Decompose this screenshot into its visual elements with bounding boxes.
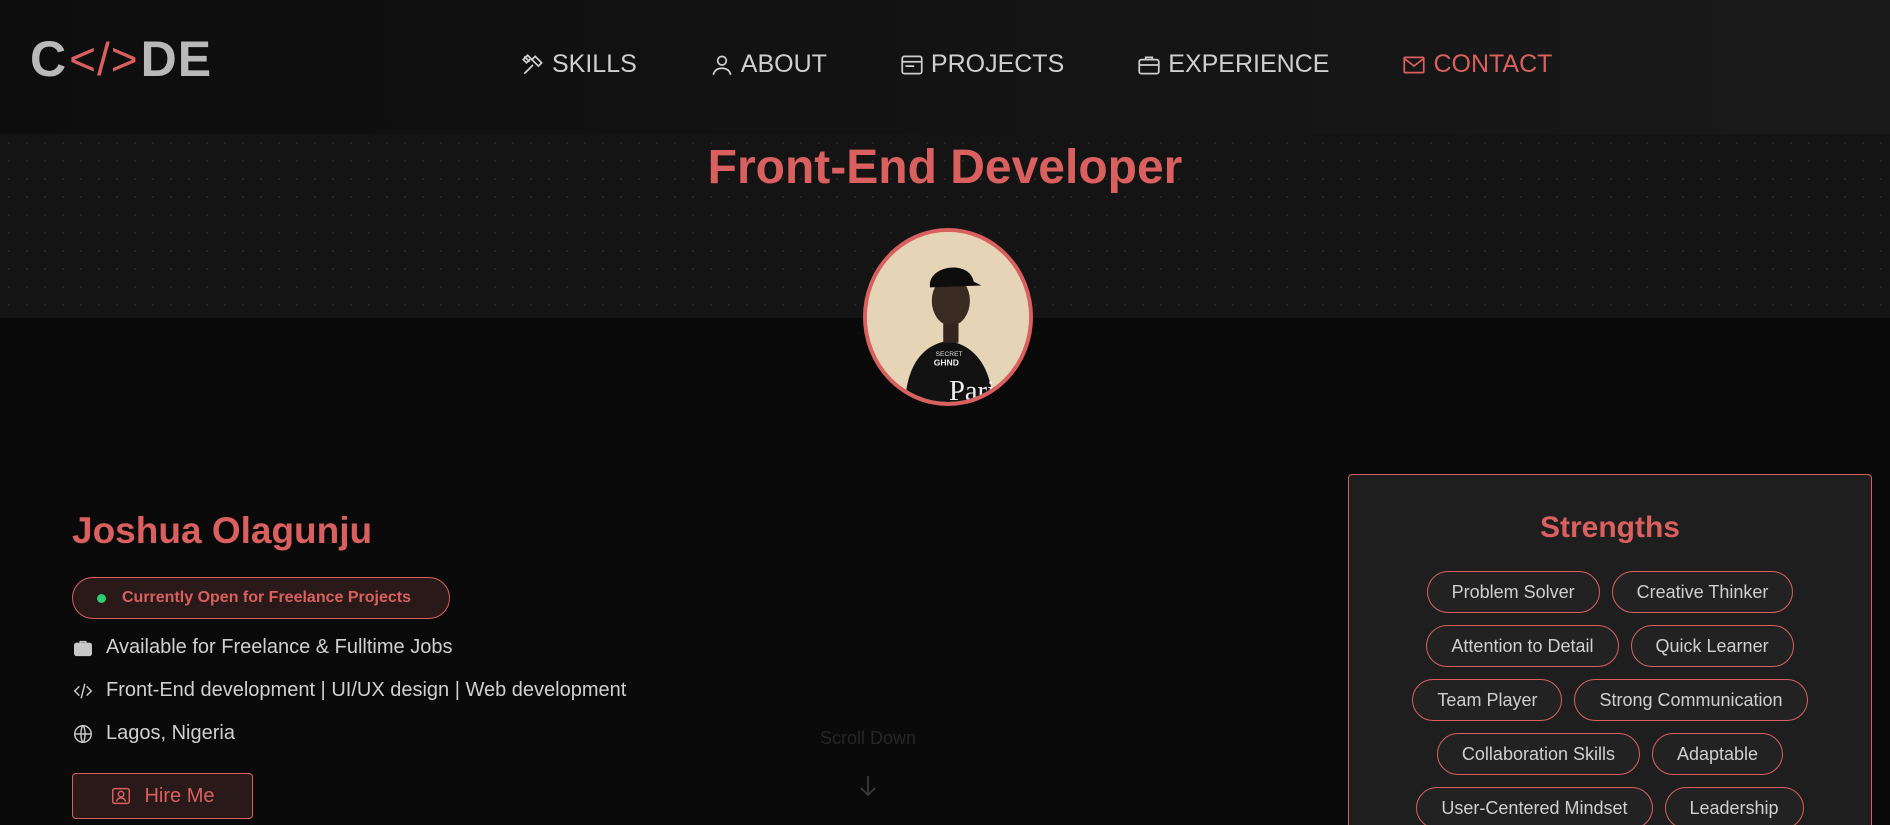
- nav-label: CONTACT: [1433, 50, 1553, 78]
- logo-letter-c: C: [30, 31, 68, 87]
- logo-letters-de: DE: [140, 31, 213, 87]
- specialties-text: Front-End development | UI/UX design | W…: [106, 679, 627, 701]
- strengths-title: Strengths: [1539, 511, 1680, 544]
- strength-tag: Quick Learner: [1630, 625, 1794, 667]
- strength-tag: Collaboration Skills: [1436, 733, 1640, 775]
- code-icon: [73, 682, 93, 699]
- location-row: Lagos, Nigeria: [72, 722, 235, 745]
- nav-experience[interactable]: EXPERIENCE: [1136, 50, 1329, 79]
- code-icon: </>: [69, 33, 139, 85]
- specialties-row: Front-End development | UI/UX design | W…: [72, 679, 626, 702]
- nav-contact[interactable]: CONTACT: [1401, 50, 1552, 79]
- location-text: Lagos, Nigeria: [106, 722, 235, 744]
- nav-label: EXPERIENCE: [1168, 50, 1330, 78]
- hire-me-label: Hire Me: [144, 784, 215, 807]
- briefcase-icon: [1138, 56, 1160, 75]
- nav-label: ABOUT: [740, 50, 827, 78]
- strength-tag: Problem Solver: [1426, 571, 1600, 613]
- status-badge: Currently Open for Freelance Projects: [72, 577, 450, 619]
- strength-tag: Attention to Detail: [1426, 625, 1619, 667]
- svg-text:GHND: GHND: [934, 358, 959, 368]
- availability-row: Available for Freelance & Fulltime Jobs: [72, 636, 452, 659]
- envelope-icon: [1403, 56, 1426, 73]
- hire-me-button[interactable]: Hire Me: [72, 773, 253, 819]
- strength-tag: Adaptable: [1652, 733, 1784, 775]
- nav-projects[interactable]: PROJECTS: [899, 50, 1064, 79]
- profile-name: Joshua Olagunju: [72, 510, 373, 551]
- scroll-down-label[interactable]: Scroll Down: [808, 728, 928, 749]
- logo[interactable]: C </> DE: [30, 30, 212, 88]
- strengths-card: Strengths Problem Solver Creative Thinke…: [1348, 474, 1872, 825]
- user-icon: [712, 54, 732, 75]
- role-title: Front-End Developer: [707, 141, 1183, 194]
- profile-avatar: SECRET GHND Parin: [863, 228, 1033, 406]
- contact-card-icon: [112, 787, 131, 805]
- main-nav: SKILLS ABOUT PROJECTS EXPERIENCE CONTACT: [520, 50, 1624, 79]
- strengths-tags: Problem Solver Creative Thinker Attentio…: [1349, 571, 1871, 825]
- strength-tag: Strong Communication: [1574, 679, 1808, 721]
- strength-tag: User-Centered Mindset: [1416, 787, 1653, 825]
- nav-about[interactable]: ABOUT: [709, 50, 827, 79]
- svg-text:Parin: Parin: [949, 376, 1009, 402]
- strength-tag: Leadership: [1664, 787, 1804, 825]
- status-dot: [97, 593, 106, 603]
- top-navbar: C </> DE SKILLS ABOUT PROJECTS EXPERIENC…: [0, 0, 1890, 134]
- arrow-down-icon[interactable]: [858, 774, 878, 798]
- browser-icon: [901, 54, 923, 75]
- strength-tag: Team Player: [1412, 679, 1563, 721]
- briefcase-icon: [74, 640, 92, 656]
- tools-icon: [522, 53, 543, 74]
- status-text: Currently Open for Freelance Projects: [122, 589, 411, 606]
- availability-text: Available for Freelance & Fulltime Jobs: [106, 636, 453, 658]
- nav-skills[interactable]: SKILLS: [520, 50, 637, 79]
- strength-tag: Creative Thinker: [1611, 571, 1794, 613]
- globe-icon: [74, 724, 92, 743]
- nav-label: SKILLS: [552, 50, 637, 78]
- nav-label: PROJECTS: [930, 50, 1065, 78]
